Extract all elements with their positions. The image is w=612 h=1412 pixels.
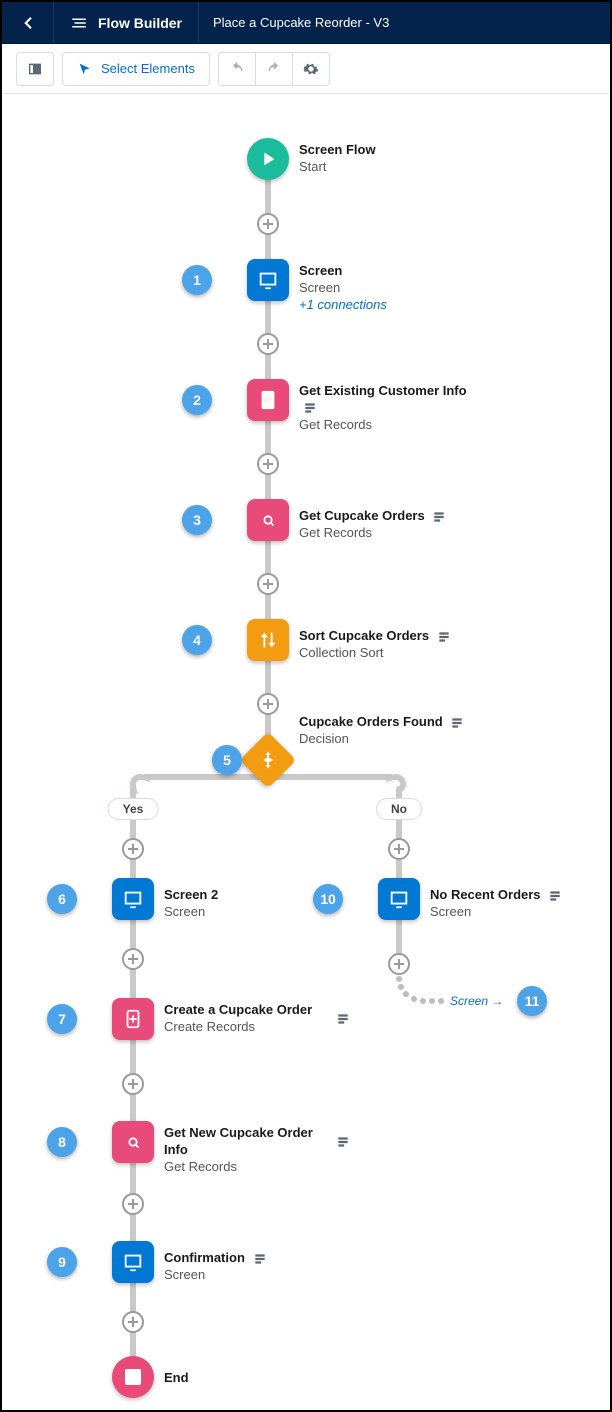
marker-11: 11 bbox=[517, 986, 547, 1016]
marker-3: 3 bbox=[182, 505, 212, 535]
redo-icon bbox=[266, 61, 282, 77]
node-2-label: Get Existing Customer Info Get Records bbox=[299, 383, 479, 434]
play-icon bbox=[257, 148, 279, 170]
goto-dot bbox=[398, 984, 404, 990]
add-button[interactable] bbox=[388, 953, 410, 975]
settings-button[interactable] bbox=[292, 52, 330, 86]
add-button[interactable] bbox=[388, 838, 410, 860]
add-button[interactable] bbox=[257, 453, 279, 475]
goto-dot bbox=[420, 998, 426, 1004]
marker-2: 2 bbox=[182, 385, 212, 415]
connections-link[interactable]: +1 connections bbox=[299, 297, 387, 314]
get-records-node[interactable] bbox=[247, 379, 289, 421]
select-elements-button[interactable]: Select Elements bbox=[62, 52, 210, 86]
end-label: End bbox=[164, 1370, 189, 1387]
node-1-label: Screen Screen +1 connections bbox=[299, 263, 387, 314]
screen-icon bbox=[122, 888, 144, 910]
screen-icon bbox=[257, 269, 279, 291]
app-name: Flow Builder bbox=[98, 15, 182, 31]
sort-icon bbox=[257, 629, 279, 651]
description-icon[interactable] bbox=[303, 401, 317, 415]
flow-title: Place a Cupcake Reorder - V3 bbox=[199, 2, 403, 43]
goto-dot bbox=[403, 991, 409, 997]
back-button[interactable] bbox=[2, 2, 54, 43]
add-button[interactable] bbox=[122, 1311, 144, 1333]
description-icon[interactable] bbox=[432, 510, 446, 524]
description-icon[interactable] bbox=[450, 716, 464, 730]
description-icon[interactable] bbox=[336, 1012, 350, 1026]
create-records-icon bbox=[122, 1008, 144, 1030]
app-brand: Flow Builder bbox=[54, 2, 199, 43]
add-button[interactable] bbox=[122, 838, 144, 860]
select-icon bbox=[77, 61, 93, 77]
select-elements-label: Select Elements bbox=[101, 61, 195, 76]
goto-dot bbox=[411, 996, 417, 1002]
start-node[interactable] bbox=[247, 138, 289, 180]
stop-icon bbox=[125, 1369, 141, 1385]
redo-button[interactable] bbox=[255, 52, 293, 86]
marker-7: 7 bbox=[47, 1004, 77, 1034]
collection-sort-node[interactable] bbox=[247, 619, 289, 661]
get-records-icon bbox=[122, 1131, 144, 1153]
get-records-icon bbox=[257, 509, 279, 531]
connector bbox=[386, 774, 406, 794]
add-button[interactable] bbox=[122, 1073, 144, 1095]
node-3-label: Get Cupcake Orders Get Records bbox=[299, 508, 446, 542]
decision-icon bbox=[258, 750, 278, 770]
flow-canvas[interactable]: Screen Flow Start 1 Screen Screen +1 con… bbox=[2, 94, 610, 1410]
node-9-label: Confirmation Screen bbox=[164, 1250, 267, 1284]
undo-icon bbox=[229, 61, 245, 77]
add-button[interactable] bbox=[257, 333, 279, 355]
goto-dot bbox=[429, 998, 435, 1004]
add-button[interactable] bbox=[122, 1193, 144, 1215]
goto-dot bbox=[396, 976, 402, 982]
get-records-node[interactable] bbox=[247, 499, 289, 541]
get-records-node[interactable] bbox=[112, 1121, 154, 1163]
screen-icon bbox=[122, 1251, 144, 1273]
description-icon[interactable] bbox=[336, 1135, 350, 1149]
app-header: Flow Builder Place a Cupcake Reorder - V… bbox=[2, 2, 610, 44]
marker-1: 1 bbox=[182, 265, 212, 295]
add-button[interactable] bbox=[122, 948, 144, 970]
add-button[interactable] bbox=[257, 693, 279, 715]
add-button[interactable] bbox=[257, 213, 279, 235]
marker-8: 8 bbox=[47, 1127, 77, 1157]
get-records-icon bbox=[257, 389, 279, 411]
screen-node[interactable] bbox=[247, 259, 289, 301]
marker-4: 4 bbox=[182, 625, 212, 655]
node-7-label: Create a Cupcake Order Create Records bbox=[164, 1002, 314, 1036]
path-yes[interactable]: Yes bbox=[108, 798, 159, 820]
goto-link[interactable]: Screen → bbox=[450, 994, 503, 1008]
panel-icon bbox=[27, 61, 43, 77]
description-icon[interactable] bbox=[437, 630, 451, 644]
gear-icon bbox=[303, 61, 319, 77]
goto-dot bbox=[438, 998, 444, 1004]
marker-6: 6 bbox=[47, 884, 77, 914]
node-4-label: Sort Cupcake Orders Collection Sort bbox=[299, 628, 451, 662]
node-6-label: Screen 2 Screen bbox=[164, 887, 218, 921]
node-5-label: Cupcake Orders Found Decision bbox=[299, 714, 464, 748]
flow-builder-icon bbox=[70, 14, 88, 32]
create-records-node[interactable] bbox=[112, 998, 154, 1040]
marker-10: 10 bbox=[313, 884, 343, 914]
description-icon[interactable] bbox=[548, 889, 562, 903]
end-node[interactable] bbox=[112, 1356, 154, 1398]
undo-button[interactable] bbox=[218, 52, 256, 86]
description-icon[interactable] bbox=[253, 1252, 267, 1266]
connector bbox=[130, 774, 150, 794]
start-label: Screen Flow Start bbox=[299, 142, 376, 176]
screen-node[interactable] bbox=[112, 1241, 154, 1283]
marker-5: 5 bbox=[212, 745, 242, 775]
side-panel-button[interactable] bbox=[16, 52, 54, 86]
screen-icon bbox=[388, 888, 410, 910]
path-no[interactable]: No bbox=[376, 798, 422, 820]
toolbar-group bbox=[218, 52, 330, 86]
screen-node[interactable] bbox=[112, 878, 154, 920]
node-8-label: Get New Cupcake Order Info Get Records bbox=[164, 1125, 314, 1176]
node-10-label: No Recent Orders Screen bbox=[430, 887, 562, 921]
marker-9: 9 bbox=[47, 1247, 77, 1277]
toolbar: Select Elements bbox=[2, 44, 610, 94]
screen-node[interactable] bbox=[378, 878, 420, 920]
add-button[interactable] bbox=[257, 573, 279, 595]
